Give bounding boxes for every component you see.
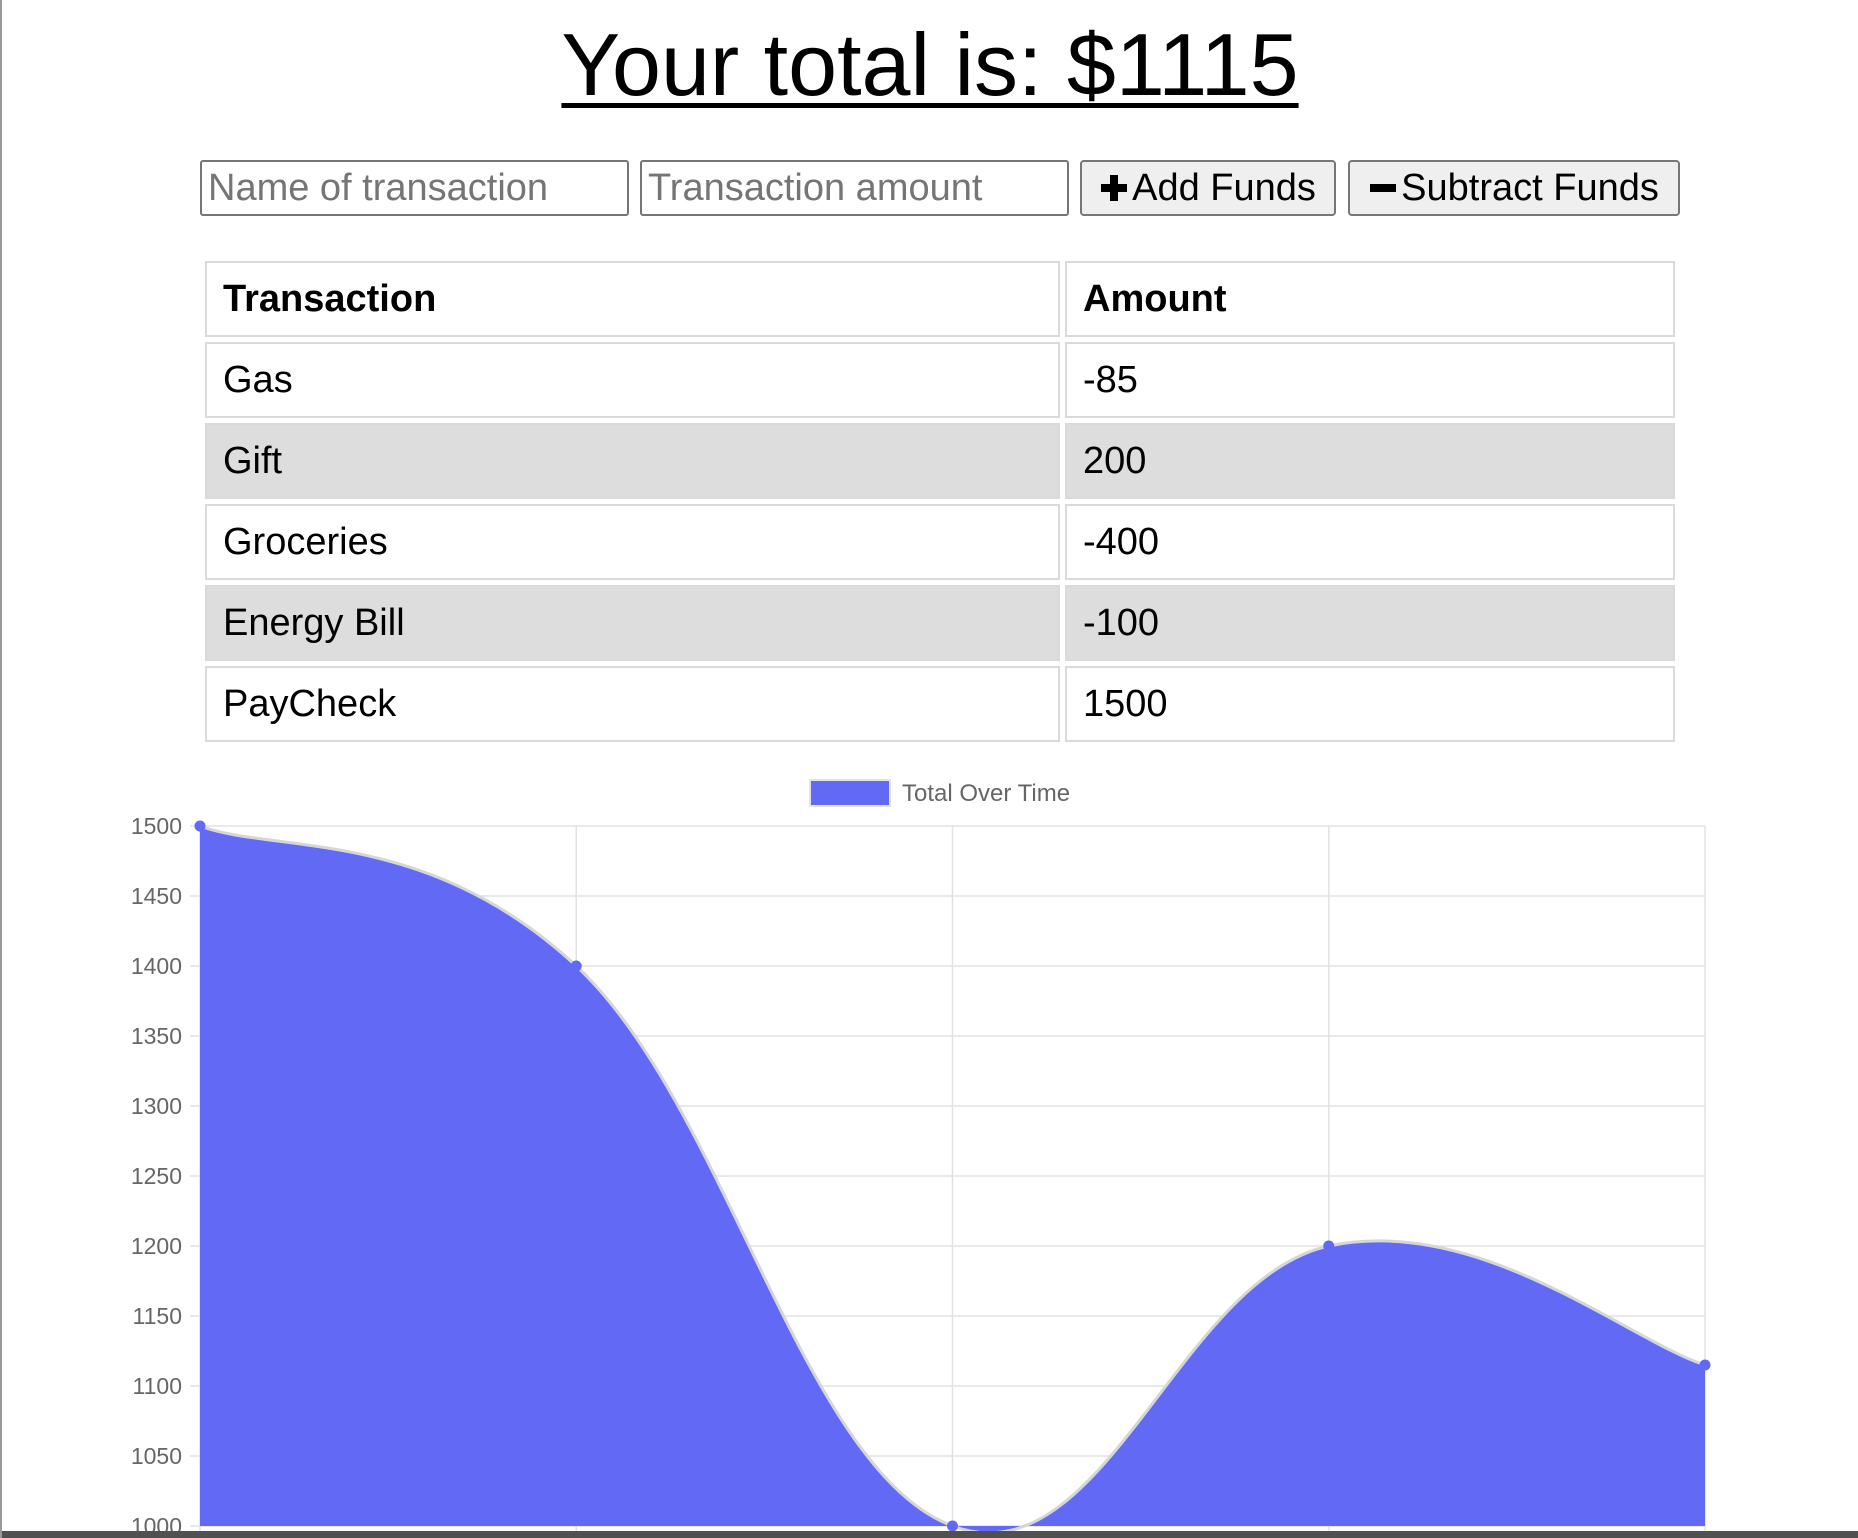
data-point — [570, 960, 582, 972]
y-tick-label: 1450 — [131, 883, 182, 909]
transaction-amount-cell: -400 — [1065, 504, 1675, 580]
data-point — [1699, 1359, 1711, 1371]
data-point — [1323, 1240, 1335, 1252]
transaction-amount-cell: -100 — [1065, 585, 1675, 661]
transaction-name-cell: Groceries — [205, 504, 1060, 580]
y-tick-label: 1200 — [131, 1233, 182, 1259]
transaction-name-cell: Energy Bill — [205, 585, 1060, 661]
transaction-name-input[interactable] — [200, 160, 629, 216]
add-funds-button[interactable]: Add Funds — [1080, 160, 1336, 216]
transaction-amount-cell: -85 — [1065, 342, 1675, 418]
plus-icon — [1100, 174, 1128, 202]
y-tick-label: 1350 — [131, 1023, 182, 1049]
transaction-name-cell: Gas — [205, 342, 1060, 418]
transactions-table: Transaction Amount Gas -85 Gift 200 Groc… — [200, 256, 1680, 747]
table-row: Energy Bill -100 — [205, 585, 1675, 661]
page: Your total is: $1115 Add Funds Subtract … — [0, 0, 1858, 1538]
y-tick-label: 1050 — [131, 1443, 182, 1469]
total-over-time-chart: 1500 1450 1400 1350 1300 1250 1200 1150 1100 1050… — [2, 770, 1858, 1538]
table-row: Gift 200 — [205, 423, 1675, 499]
chart-canvas: 1500 1450 1400 1350 1300 1250 1200 1150 1100 1050… — [131, 779, 1711, 1538]
table-row: PayCheck 1500 — [205, 666, 1675, 742]
y-tick-label: 1500 — [131, 813, 182, 839]
transaction-amount-cell: 1500 — [1065, 666, 1675, 742]
y-tick-label: 1100 — [133, 1373, 182, 1399]
data-point — [194, 820, 206, 832]
add-funds-label: Add Funds — [1132, 166, 1316, 209]
y-tick-label: 1400 — [131, 953, 182, 979]
subtract-funds-button[interactable]: Subtract Funds — [1348, 160, 1680, 216]
data-point — [947, 1520, 958, 1532]
y-tick-label: 1300 — [131, 1093, 182, 1119]
legend-label: Total Over Time — [902, 780, 1070, 807]
table-header-row: Transaction Amount — [205, 261, 1675, 337]
transaction-name-cell: PayCheck — [205, 666, 1060, 742]
bottom-divider — [2, 1531, 1858, 1538]
table-row: Groceries -400 — [205, 504, 1675, 580]
minus-icon — [1369, 174, 1397, 202]
transaction-amount-input[interactable] — [640, 160, 1069, 216]
page-title: Your total is: $1115 — [561, 15, 1299, 114]
subtract-funds-label: Subtract Funds — [1401, 166, 1659, 209]
legend-swatch — [809, 779, 891, 807]
column-header-transaction: Transaction — [205, 261, 1060, 337]
transaction-name-cell: Gift — [205, 423, 1060, 499]
table-row: Gas -85 — [205, 342, 1675, 418]
transaction-amount-cell: 200 — [1065, 423, 1675, 499]
y-tick-label: 1250 — [131, 1163, 182, 1189]
column-header-amount: Amount — [1065, 261, 1675, 337]
y-tick-label: 1150 — [133, 1303, 182, 1329]
